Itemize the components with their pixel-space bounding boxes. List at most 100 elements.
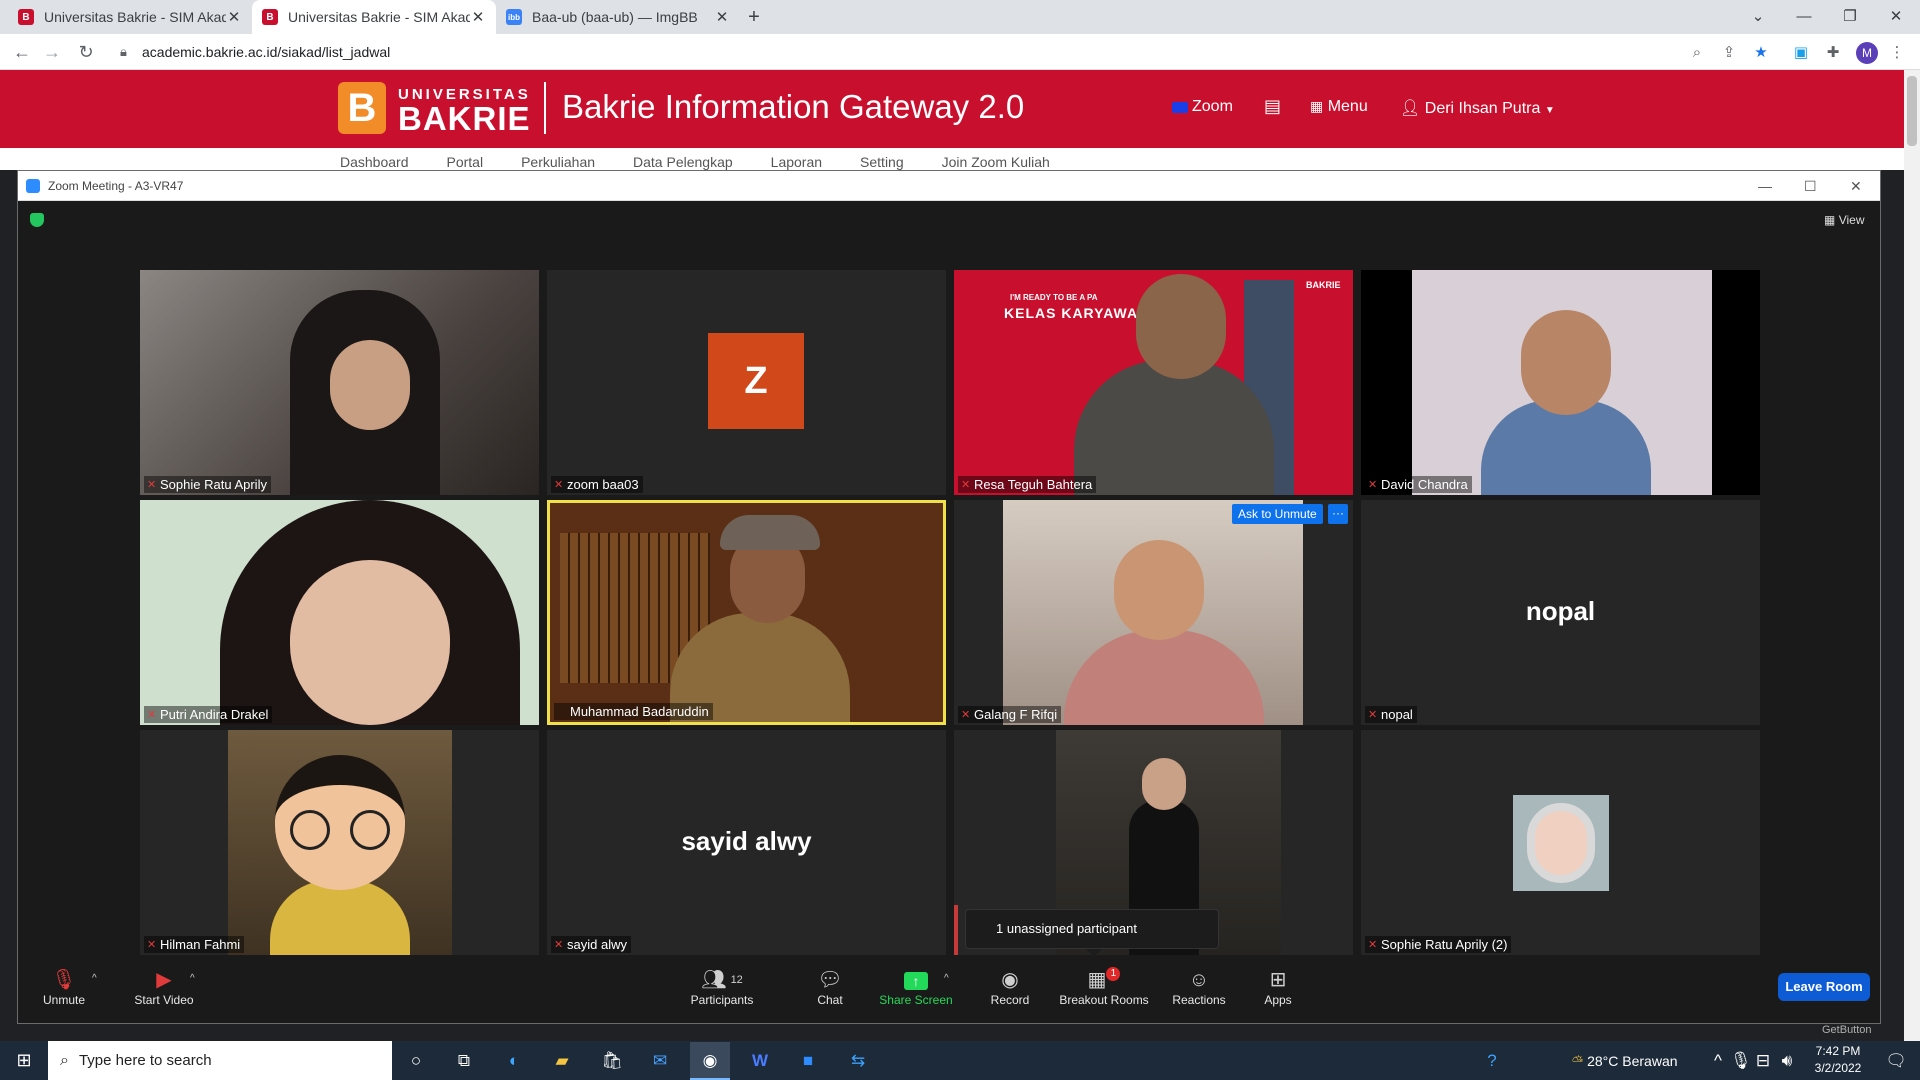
audio-options-caret-icon[interactable]: ^: [92, 973, 97, 984]
subnav-perkuliahan[interactable]: Perkuliahan: [521, 154, 595, 170]
video-tile[interactable]: ✕ Sophie Ratu Aprily (2): [1361, 730, 1760, 955]
windows-start-icon[interactable]: ⊞: [0, 1041, 48, 1080]
cortana-circle-icon[interactable]: ○: [396, 1042, 436, 1080]
breakout-rooms-button[interactable]: ▦ 1 Breakout Rooms: [1054, 967, 1154, 1007]
video-tile[interactable]: ✕ Hilman Fahmi: [140, 730, 539, 955]
profile-avatar[interactable]: M: [1856, 42, 1878, 64]
muted-mic-icon: ✕: [147, 479, 157, 491]
subnav-setting[interactable]: Setting: [860, 154, 904, 170]
video-tile[interactable]: ✕ Sophie Ratu Aprily: [140, 270, 539, 495]
close-tab-icon[interactable]: ✕: [470, 8, 486, 26]
view-button[interactable]: ▦ View: [1824, 213, 1864, 227]
browser-tab[interactable]: ibb Baa-ub (baa-ub) — ImgBB ✕: [496, 0, 740, 34]
tray-chevron-icon[interactable]: ^: [1708, 1042, 1728, 1080]
chrome-icon[interactable]: ◉: [690, 1042, 730, 1080]
security-shield-icon[interactable]: [30, 213, 44, 227]
zoom-camera-icon: [1172, 101, 1188, 113]
apps-button[interactable]: ⊞ Apps: [1248, 967, 1308, 1007]
share-icon[interactable]: ⇪: [1718, 42, 1740, 64]
participant-name: ✕ nopal: [1365, 706, 1417, 723]
close-tab-icon[interactable]: ✕: [226, 8, 242, 26]
participant-name: ✕ Galang F Rifqi: [958, 706, 1062, 723]
weather-cloud-sun-icon: ⛅︎: [1572, 1053, 1584, 1069]
video-tile-active-speaker[interactable]: Muhammad Badaruddin: [547, 500, 946, 725]
participants-icon: 👥︎ 12: [701, 969, 743, 991]
tab-search-chevron-icon[interactable]: ⌄: [1735, 0, 1781, 34]
breakout-label: Breakout Rooms: [1059, 993, 1149, 1007]
extension-icon[interactable]: ▣: [1790, 42, 1812, 64]
chat-button[interactable]: 💬︎ Chat: [800, 967, 860, 1007]
user-dropdown[interactable]: 👤︎ Deri Ihsan Putra ▼: [1400, 98, 1555, 118]
help-icon[interactable]: ?: [1472, 1042, 1512, 1080]
weather-text: 28°C Berawan: [1587, 1053, 1678, 1069]
zoom-minimize-icon[interactable]: —: [1758, 171, 1772, 201]
zoom-nav-link[interactable]: Zoom: [1172, 98, 1233, 116]
subnav-data-pelengkap[interactable]: Data Pelengkap: [633, 154, 733, 170]
browser-tab[interactable]: B Universitas Bakrie - SIM Akadem ✕: [8, 0, 252, 34]
forward-arrow-icon[interactable]: →: [38, 38, 66, 66]
new-tab-plus-icon[interactable]: +: [744, 7, 764, 27]
unmute-button[interactable]: 🎙︎ Unmute: [36, 967, 92, 1007]
start-video-label: Start Video: [134, 993, 194, 1007]
reactions-button[interactable]: ☺ Reactions: [1164, 967, 1234, 1007]
scrollbar-thumb[interactable]: [1907, 76, 1917, 146]
record-button[interactable]: ◉ Record: [980, 967, 1040, 1007]
address-bar[interactable]: 🔒︎ academic.bakrie.ac.id/siakad/list_jad…: [110, 36, 1670, 68]
subnav-join-zoom[interactable]: Join Zoom Kuliah: [942, 154, 1050, 170]
zoom-app-taskbar-icon[interactable]: ■: [788, 1042, 828, 1080]
document-icon[interactable]: ▤: [1264, 96, 1281, 117]
zoom-close-icon[interactable]: ✕: [1850, 171, 1862, 201]
volume-icon[interactable]: 🔊︎: [1776, 1042, 1798, 1080]
mail-icon[interactable]: ✉: [640, 1042, 680, 1080]
taskbar-search-box[interactable]: ⌕ Type here to search: [48, 1041, 392, 1080]
edge-browser-icon[interactable]: ◐: [494, 1042, 534, 1080]
video-tile[interactable]: nopal ✕ nopal: [1361, 500, 1760, 725]
subnav-portal[interactable]: Portal: [447, 154, 484, 170]
bakrie-favicon-icon: B: [18, 9, 34, 25]
menu-nav-link[interactable]: ▦ Menu: [1310, 98, 1368, 116]
close-tab-icon[interactable]: ✕: [714, 8, 730, 26]
zoom-magnifier-icon[interactable]: ⌕: [1686, 42, 1708, 64]
weather-widget[interactable]: ⛅︎ 28°C Berawan: [1572, 1042, 1678, 1080]
video-tile[interactable]: ✕ Putri Andira Drakel: [140, 500, 539, 725]
teamviewer-icon[interactable]: ⇆: [838, 1042, 878, 1080]
bookmark-star-icon[interactable]: ★: [1750, 42, 1772, 64]
network-icon[interactable]: ⊟: [1752, 1042, 1774, 1080]
microsoft-store-icon[interactable]: 🛍︎: [592, 1042, 632, 1080]
subnav-laporan[interactable]: Laporan: [771, 154, 822, 170]
breakout-rooms-icon: ▦ 1: [1054, 967, 1154, 993]
zoom-maximize-icon[interactable]: ☐: [1804, 171, 1817, 201]
participants-button[interactable]: 👥︎ 12 Participants: [682, 967, 762, 1007]
notifications-icon[interactable]: 🗨︎: [1876, 1042, 1916, 1080]
unassigned-participant-tooltip: 1 unassigned participant: [965, 909, 1219, 949]
video-options-caret-icon[interactable]: ^: [190, 973, 195, 984]
taskbar-clock[interactable]: 7:42 PM 3/2/2022: [1806, 1043, 1870, 1077]
microphone-tray-icon[interactable]: 🎙︎: [1730, 1042, 1752, 1080]
restore-icon[interactable]: ❐: [1827, 0, 1873, 34]
page-scrollbar[interactable]: [1904, 70, 1920, 1041]
more-options-button[interactable]: ···: [1328, 504, 1348, 524]
menu-nav-label: Menu: [1327, 98, 1368, 115]
video-tile[interactable]: Z ✕ zoom baa03: [547, 270, 946, 495]
subnav-dashboard[interactable]: Dashboard: [340, 154, 409, 170]
browser-menu-kebab-icon[interactable]: ⋮: [1886, 42, 1908, 64]
back-arrow-icon[interactable]: ←: [8, 38, 36, 66]
extensions-puzzle-icon[interactable]: ✚: [1822, 42, 1844, 64]
video-tile[interactable]: ✕ David Chandra: [1361, 270, 1760, 495]
site-header: B UNIVERSITAS BAKRIE Bakrie Information …: [0, 70, 1904, 148]
close-window-icon[interactable]: ✕: [1873, 0, 1919, 34]
leave-room-button[interactable]: Leave Room: [1778, 973, 1870, 1001]
ask-to-unmute-button[interactable]: Ask to Unmute: [1232, 504, 1323, 524]
share-screen-label: Share Screen: [879, 993, 953, 1007]
word-icon[interactable]: W: [740, 1042, 780, 1080]
file-explorer-icon[interactable]: ▰: [542, 1042, 582, 1080]
browser-tab-active[interactable]: B Universitas Bakrie - SIM Akadem ✕: [252, 0, 496, 34]
reload-icon[interactable]: ↻: [72, 38, 100, 66]
share-options-caret-icon[interactable]: ^: [944, 973, 949, 984]
avatar: Z: [708, 333, 804, 429]
task-view-icon[interactable]: ⧉: [444, 1042, 484, 1080]
minimize-icon[interactable]: —: [1781, 0, 1827, 34]
video-tile[interactable]: Ask to Unmute ··· ✕ Galang F Rifqi: [954, 500, 1353, 725]
video-tile[interactable]: I'M READY TO BE A PA KELAS KARYAWA BAKRI…: [954, 270, 1353, 495]
video-tile[interactable]: sayid alwy ✕ sayid alwy: [547, 730, 946, 955]
